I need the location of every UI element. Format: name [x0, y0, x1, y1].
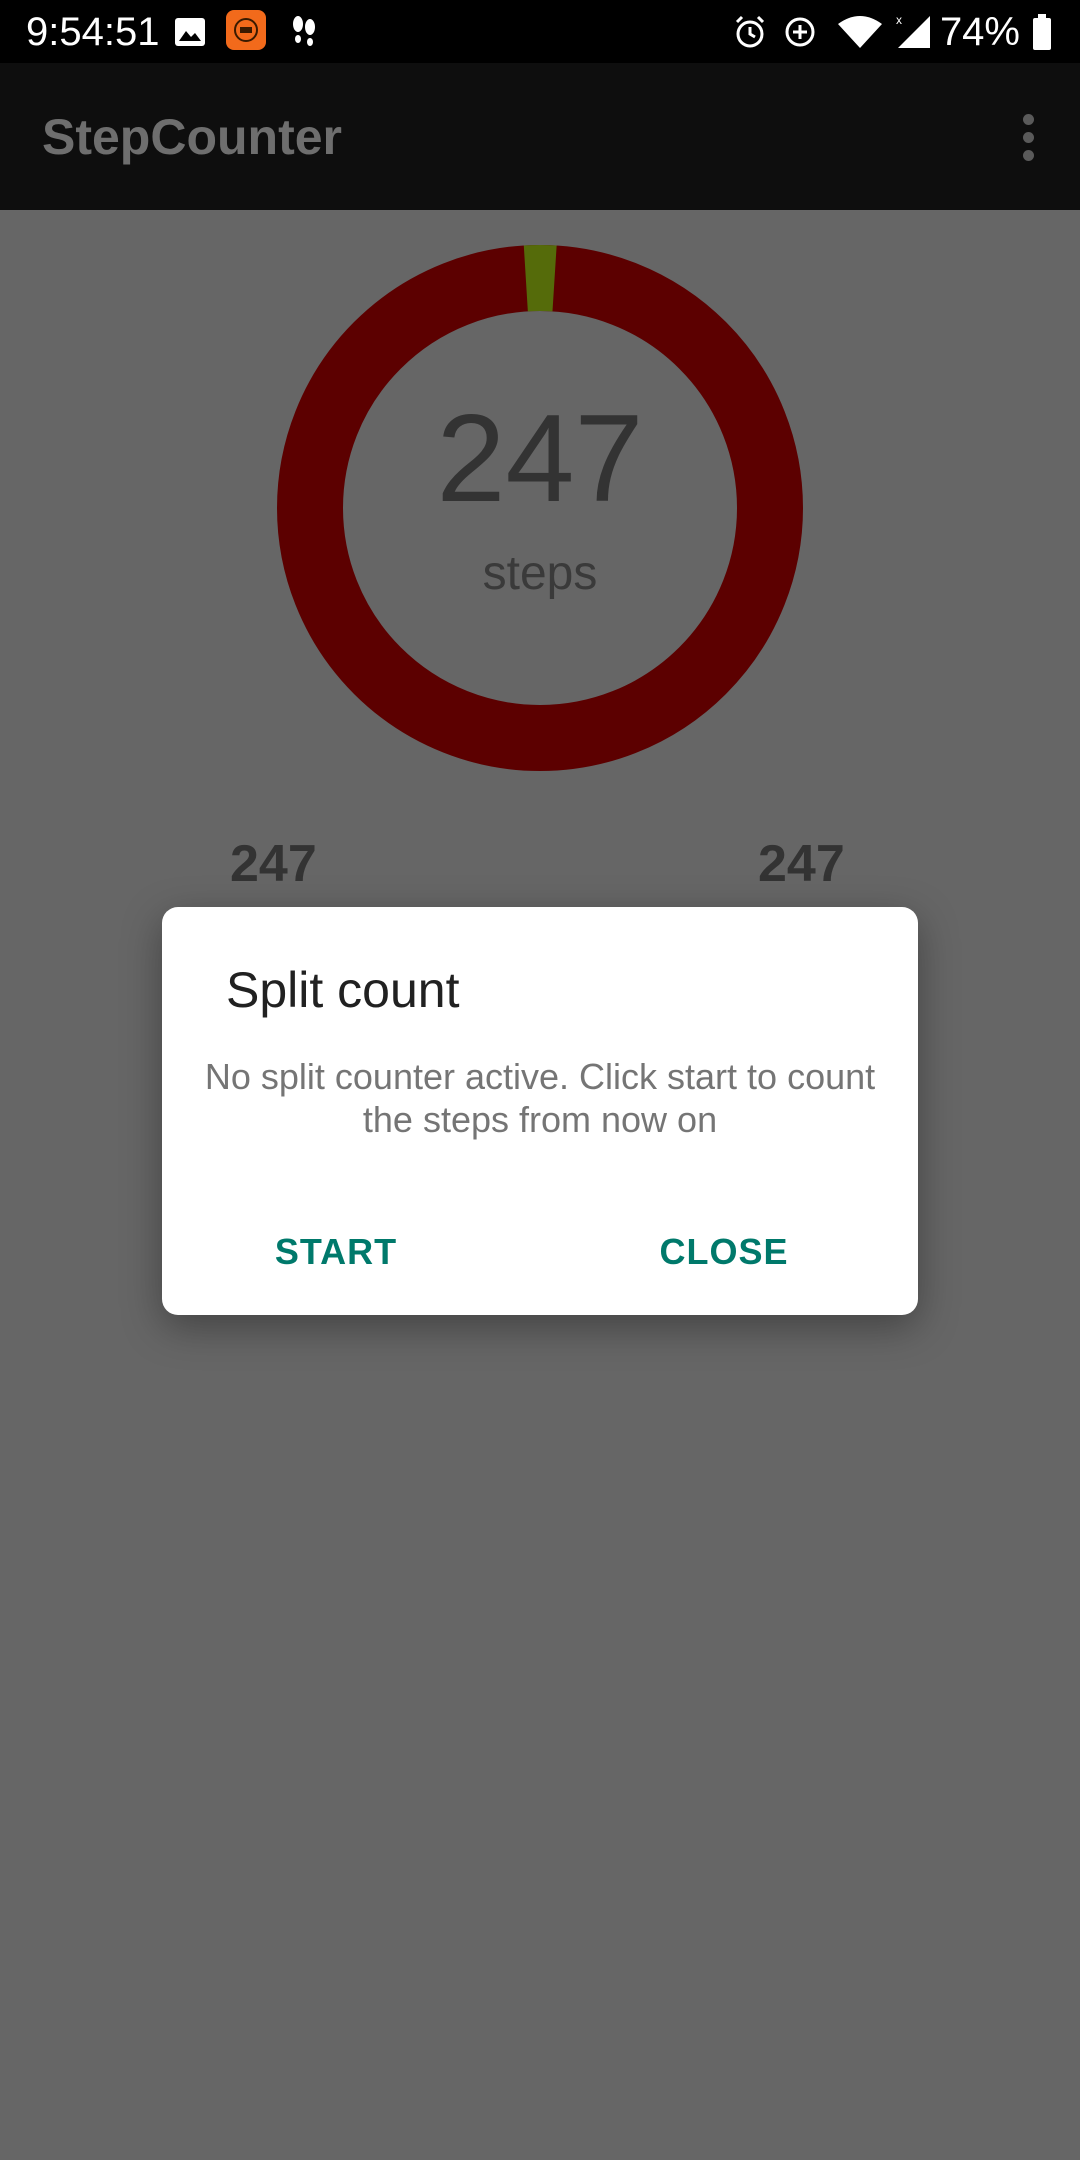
- dialog-message: No split counter active. Click start to …: [204, 1056, 876, 1140]
- start-button[interactable]: START: [266, 1207, 406, 1297]
- step-label: steps: [482, 547, 598, 600]
- signal-icon: x: [894, 14, 934, 50]
- app-title: StepCounter: [42, 109, 342, 165]
- footsteps-icon: [286, 14, 322, 50]
- close-button[interactable]: CLOSE: [654, 1207, 794, 1297]
- status-time: 9:54:51: [26, 10, 160, 54]
- wifi-icon: [836, 14, 884, 50]
- screen: 9:54:51 x 74% StepCounter 247 steps 247 …: [0, 0, 1080, 2160]
- alarm-icon: [732, 14, 768, 50]
- stat-left-value: 247: [230, 835, 317, 893]
- app-notification-icon: [226, 10, 266, 50]
- dialog-title: Split count: [226, 962, 460, 1018]
- stat-right-value: 247: [758, 835, 845, 893]
- step-progress-ring: 247 steps: [276, 244, 804, 772]
- split-count-dialog: Split count No split counter active. Cli…: [162, 907, 918, 1315]
- step-count: 247: [436, 390, 644, 528]
- data-saver-icon: [782, 14, 818, 50]
- app-bar: StepCounter: [0, 63, 1080, 210]
- battery-icon: [1030, 14, 1054, 50]
- image-icon: [172, 14, 208, 50]
- svg-text:x: x: [896, 14, 902, 27]
- battery-percent: 74%: [939, 10, 1020, 54]
- overflow-menu-icon[interactable]: [1000, 103, 1056, 171]
- status-bar: 9:54:51 x 74%: [0, 0, 1080, 63]
